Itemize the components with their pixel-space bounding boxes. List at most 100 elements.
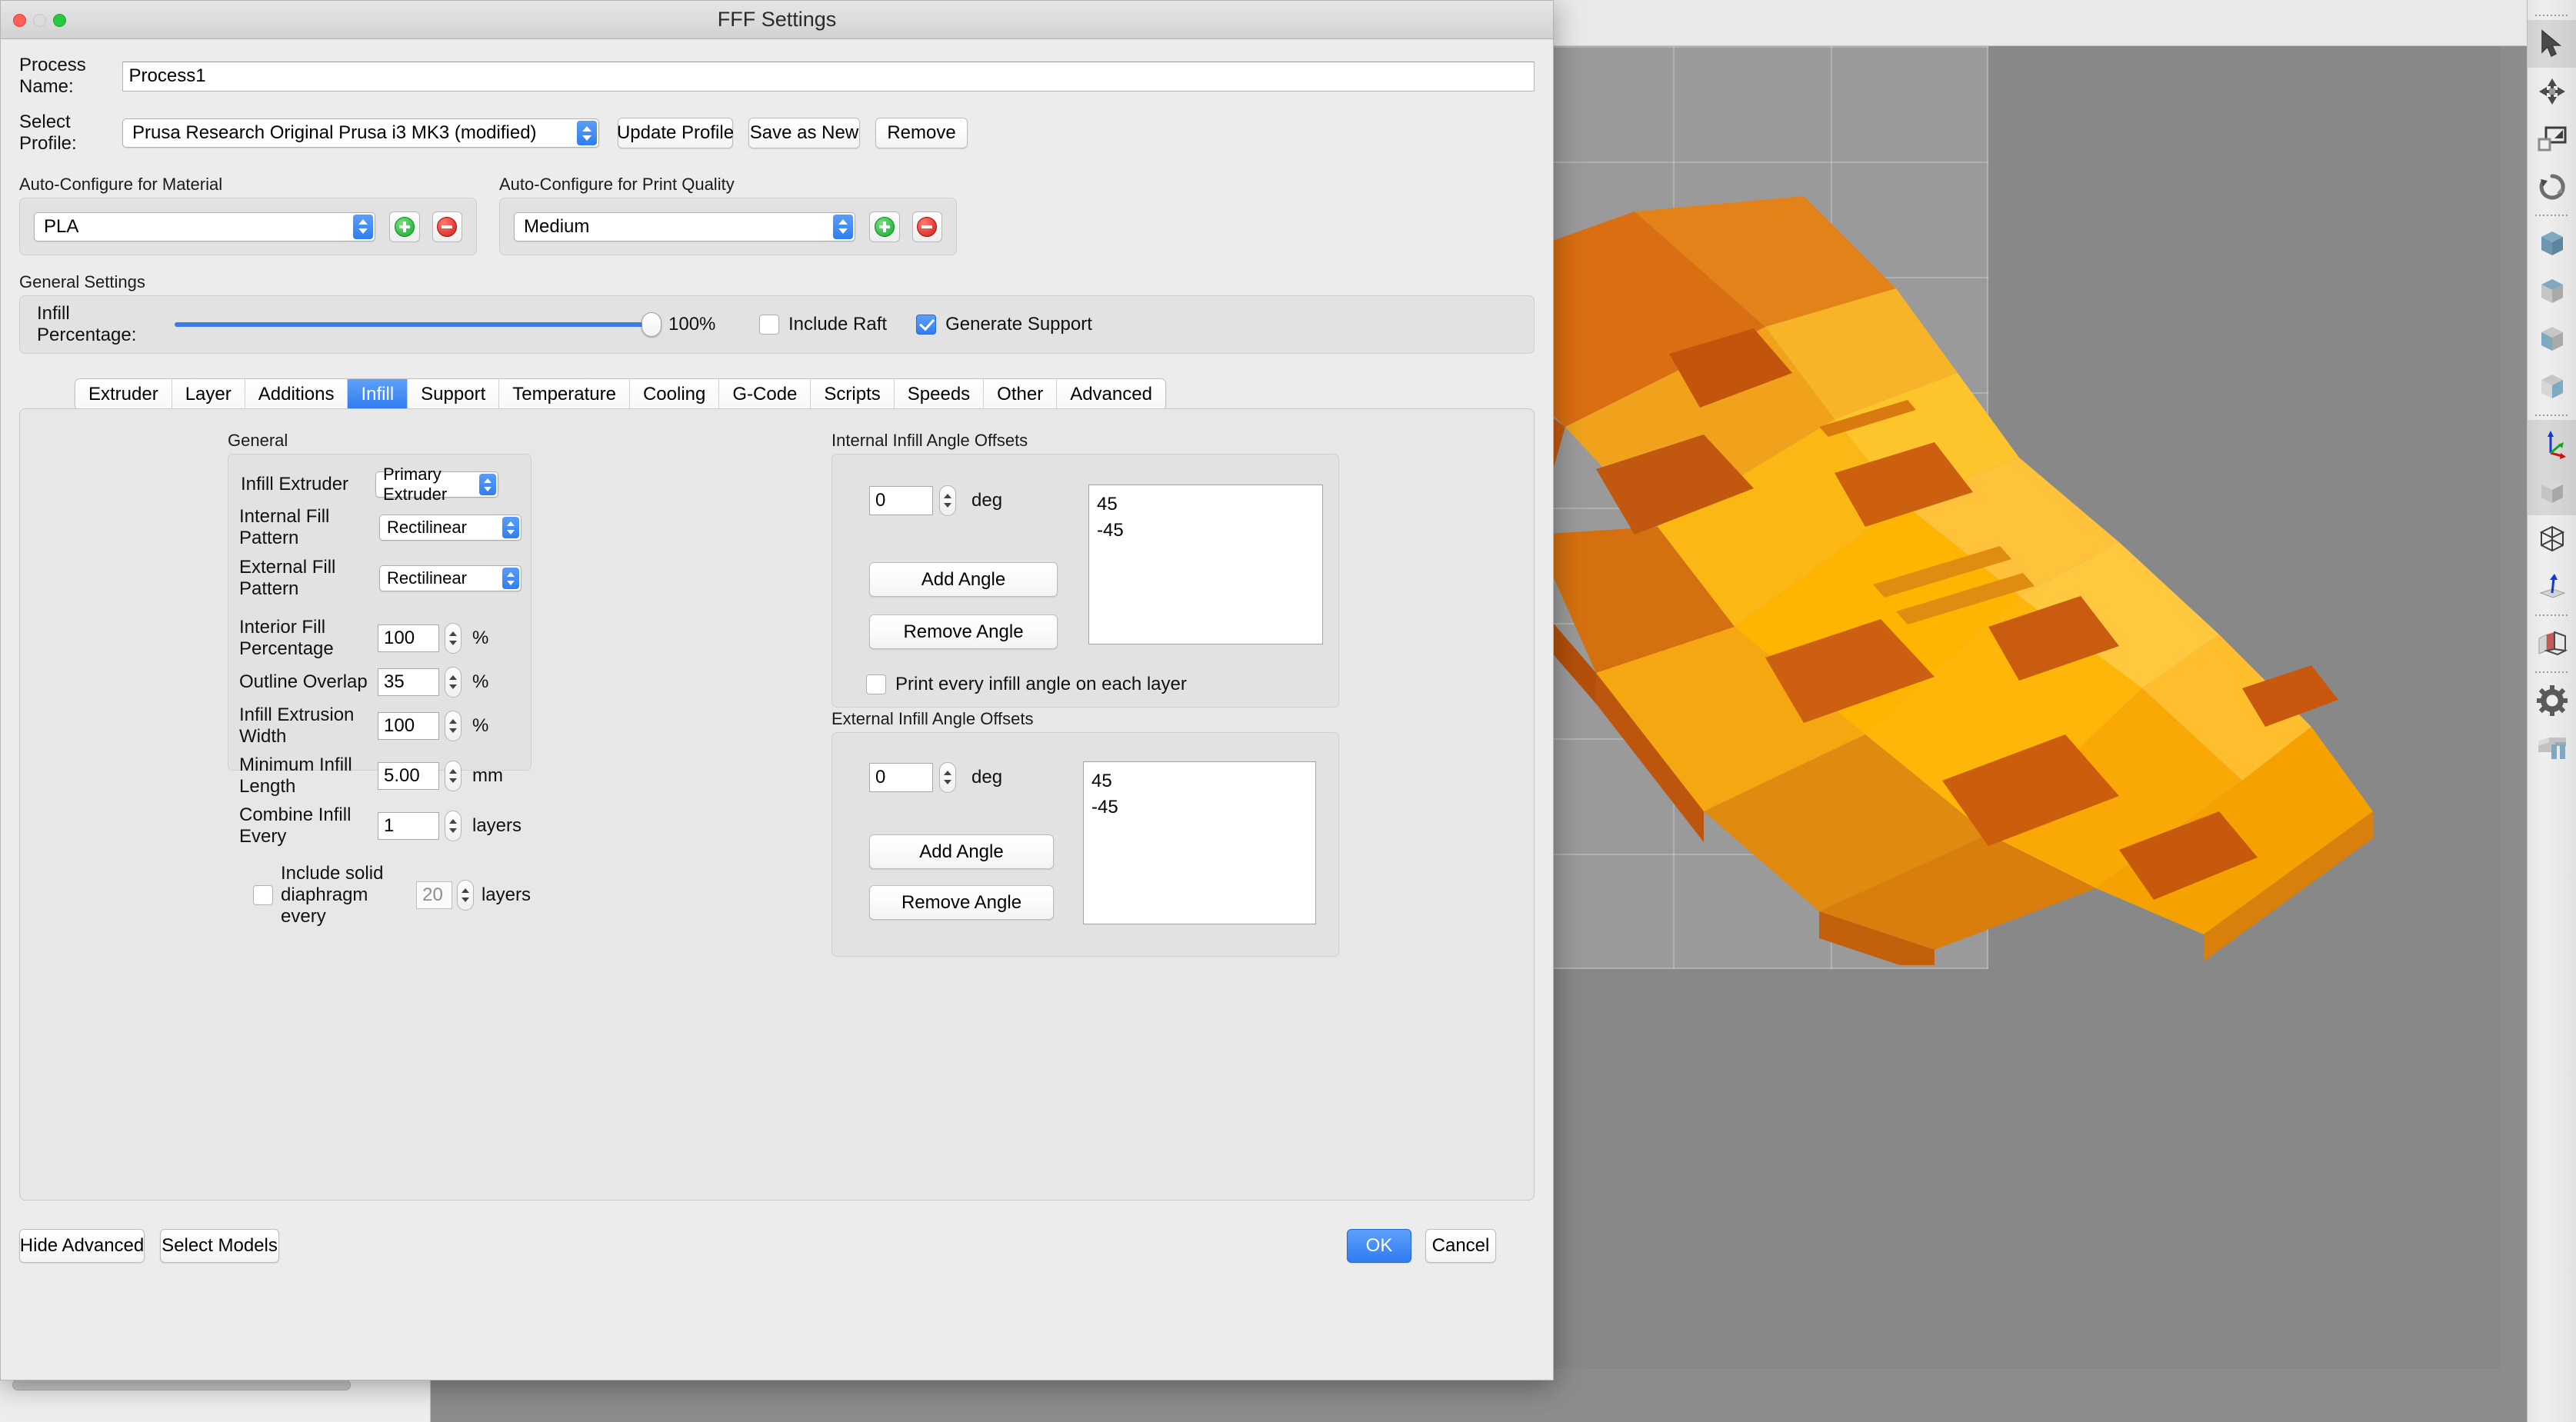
chevron-updown-icon[interactable] <box>502 517 519 538</box>
external-fill-pattern-combobox[interactable]: Rectilinear <box>379 565 522 591</box>
view-front-icon[interactable] <box>2528 315 2576 363</box>
infill-percentage-slider[interactable] <box>175 312 661 337</box>
dialog-title: FFF Settings <box>717 8 837 31</box>
tab-support[interactable]: Support <box>408 379 500 410</box>
solid-diaphragm-checkbox[interactable] <box>253 885 273 905</box>
solid-diaphragm-stepper[interactable] <box>456 880 474 911</box>
combine-infill-every-stepper[interactable] <box>445 811 462 841</box>
settings-tabbar[interactable]: Extruder Layer Additions Infill Support Tempe… <box>75 378 1535 411</box>
tab-cooling[interactable]: Cooling <box>629 379 720 410</box>
select-models-button[interactable]: Select Models <box>160 1229 279 1263</box>
save-as-new-button[interactable]: Save as New <box>748 118 860 148</box>
internal-angle-item[interactable]: -45 <box>1097 518 1315 544</box>
auto-configure-quality-section: Auto-Configure for Print Quality Medium <box>499 175 957 255</box>
interior-fill-percentage-input[interactable]: 100 <box>378 624 439 652</box>
background-scrollbar[interactable] <box>12 1380 351 1390</box>
infill-extrusion-width-label: Infill Extrusion Width <box>239 704 355 747</box>
close-button[interactable] <box>13 14 26 27</box>
tab-temperature[interactable]: Temperature <box>499 379 630 410</box>
generate-support-checkbox[interactable] <box>916 315 937 335</box>
infill-extrusion-width-stepper[interactable] <box>445 711 462 741</box>
internal-angle-item[interactable]: 45 <box>1097 491 1315 518</box>
update-profile-button[interactable]: Update Profile <box>617 118 734 148</box>
internal-remove-angle-button[interactable]: Remove Angle <box>869 614 1058 649</box>
material-combobox[interactable]: PLA <box>34 211 376 241</box>
chevron-updown-icon[interactable] <box>833 214 854 239</box>
tab-other[interactable]: Other <box>984 379 1058 410</box>
remove-material-button[interactable] <box>432 211 463 242</box>
external-angles-listbox[interactable]: 45 -45 <box>1083 761 1316 924</box>
tab-layer[interactable]: Layer <box>172 379 245 410</box>
scale-tool-icon[interactable] <box>2528 115 2576 163</box>
chevron-updown-icon[interactable] <box>353 214 374 239</box>
external-angle-item[interactable]: -45 <box>1091 794 1308 821</box>
external-deg-input[interactable]: 0 <box>869 763 933 792</box>
rotate-tool-icon[interactable] <box>2528 163 2576 211</box>
tab-g-code[interactable]: G-Code <box>719 379 811 410</box>
ok-button[interactable]: OK <box>1347 1229 1411 1263</box>
slider-knob[interactable] <box>642 312 661 337</box>
include-raft-checkbox[interactable] <box>759 315 779 335</box>
viewport-toolbar[interactable] <box>2527 0 2576 1422</box>
cross-section-icon[interactable] <box>2528 620 2576 668</box>
minimum-infill-length-input[interactable]: 5.00 <box>378 762 439 790</box>
tab-infill[interactable]: Infill <box>348 379 408 410</box>
internal-fill-pattern-combobox[interactable]: Rectilinear <box>379 515 522 541</box>
internal-deg-input[interactable]: 0 <box>869 486 933 515</box>
remove-quality-button[interactable] <box>911 211 943 242</box>
generate-support-checkbox-row[interactable]: Generate Support <box>916 314 1092 335</box>
add-material-button[interactable] <box>389 211 420 242</box>
print-every-angle-row[interactable]: Print every infill angle on each layer <box>866 674 1187 695</box>
window-controls[interactable] <box>13 14 66 27</box>
chevron-updown-icon[interactable] <box>502 568 519 589</box>
quality-combobox[interactable]: Medium <box>514 211 856 241</box>
dialog-titlebar[interactable]: FFF Settings <box>1 1 1553 39</box>
view-home-icon[interactable] <box>2528 220 2576 268</box>
view-axes-icon[interactable] <box>2528 420 2576 468</box>
select-tool-icon[interactable] <box>2528 20 2576 68</box>
view-side-icon[interactable] <box>2528 363 2576 411</box>
view-top-icon[interactable] <box>2528 268 2576 315</box>
3d-model[interactable] <box>1404 196 2481 965</box>
minimum-infill-length-stepper[interactable] <box>445 761 462 791</box>
tab-scripts[interactable]: Scripts <box>811 379 895 410</box>
view-solid-icon[interactable] <box>2528 468 2576 515</box>
view-wireframe-icon[interactable] <box>2528 515 2576 563</box>
zoom-button[interactable] <box>53 14 66 27</box>
tab-extruder[interactable]: Extruder <box>75 379 172 410</box>
view-normals-icon[interactable] <box>2528 563 2576 611</box>
move-tool-icon[interactable] <box>2528 68 2576 115</box>
add-quality-button[interactable] <box>869 211 900 242</box>
tab-advanced[interactable]: Advanced <box>1057 379 1165 410</box>
outline-overlap-input[interactable]: 35 <box>378 668 439 696</box>
solid-diaphragm-input[interactable]: 20 <box>416 881 452 909</box>
include-raft-checkbox-row[interactable]: Include Raft <box>759 314 887 335</box>
cancel-button[interactable]: Cancel <box>1425 1229 1496 1263</box>
external-deg-stepper[interactable] <box>939 762 956 793</box>
settings-gear-icon[interactable] <box>2528 677 2576 724</box>
remove-profile-button[interactable]: Remove <box>875 118 968 148</box>
infill-general-title: General <box>228 431 288 450</box>
internal-deg-stepper[interactable] <box>939 485 956 516</box>
external-remove-angle-button[interactable]: Remove Angle <box>869 885 1054 920</box>
internal-angles-listbox[interactable]: 45 -45 <box>1088 485 1323 644</box>
infill-extruder-combobox[interactable]: Primary Extruder <box>375 465 498 504</box>
chevron-updown-icon[interactable] <box>479 474 496 495</box>
interior-fill-percentage-stepper[interactable] <box>445 623 462 654</box>
auto-material-title: Auto-Configure for Material <box>19 175 223 194</box>
external-add-angle-button[interactable]: Add Angle <box>869 834 1054 869</box>
print-every-angle-checkbox[interactable] <box>866 674 886 694</box>
external-angle-item[interactable]: 45 <box>1091 768 1308 794</box>
select-profile-combobox[interactable]: Prusa Research Original Prusa i3 MK3 (mo… <box>122 118 599 148</box>
infill-extrusion-width-input[interactable]: 100 <box>378 712 439 740</box>
combine-infill-every-input[interactable]: 1 <box>378 812 439 840</box>
minimize-button[interactable] <box>33 14 46 27</box>
tab-additions[interactable]: Additions <box>245 379 348 410</box>
outline-overlap-stepper[interactable] <box>445 667 462 698</box>
internal-add-angle-button[interactable]: Add Angle <box>869 562 1058 597</box>
process-name-input[interactable]: Process1 <box>122 61 1535 92</box>
chevron-updown-icon[interactable] <box>577 121 597 145</box>
support-structures-icon[interactable] <box>2528 724 2576 772</box>
tab-speeds[interactable]: Speeds <box>894 379 985 410</box>
hide-advanced-button[interactable]: Hide Advanced <box>19 1229 145 1263</box>
